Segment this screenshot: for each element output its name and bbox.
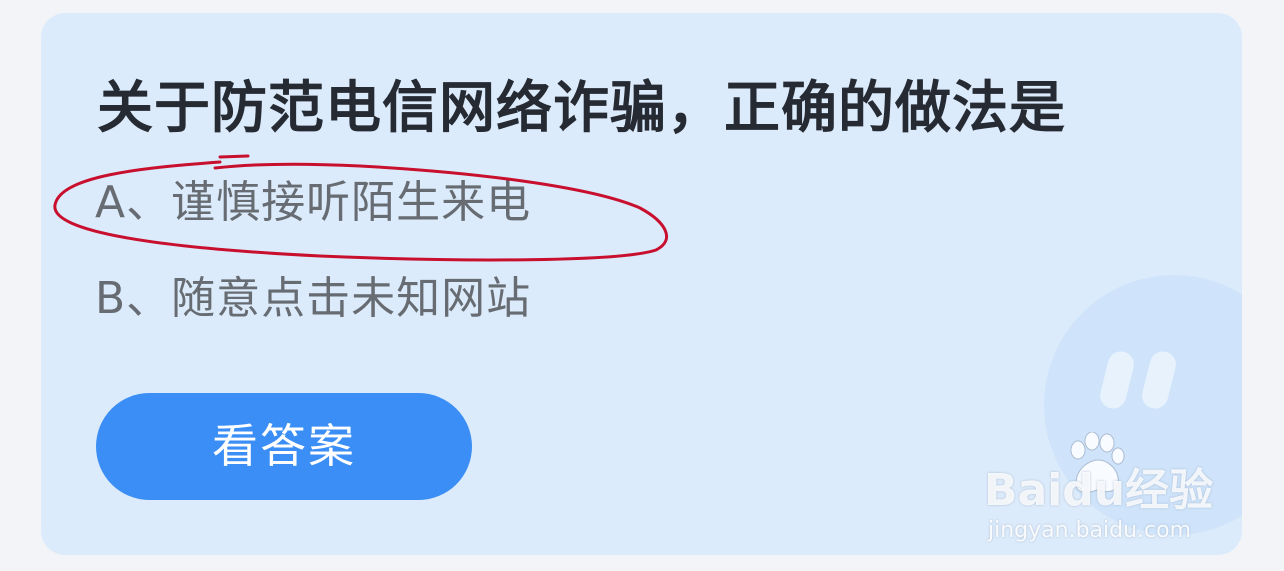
mascot-face-icon xyxy=(1044,275,1242,535)
option-b[interactable]: B、随意点击未知网站 xyxy=(95,273,531,325)
quiz-card: 关于防范电信网络诈骗，正确的做法是 A、谨慎接听陌生来电 B、随意点击未知网站 … xyxy=(41,13,1242,555)
mascot-eye-right xyxy=(1139,348,1179,412)
view-answer-button[interactable]: 看答案 xyxy=(96,393,472,500)
mascot-eye-left xyxy=(1097,348,1137,412)
option-a[interactable]: A、谨慎接听陌生来电 xyxy=(95,177,531,229)
question-title: 关于防范电信网络诈骗，正确的做法是 xyxy=(97,76,1066,141)
